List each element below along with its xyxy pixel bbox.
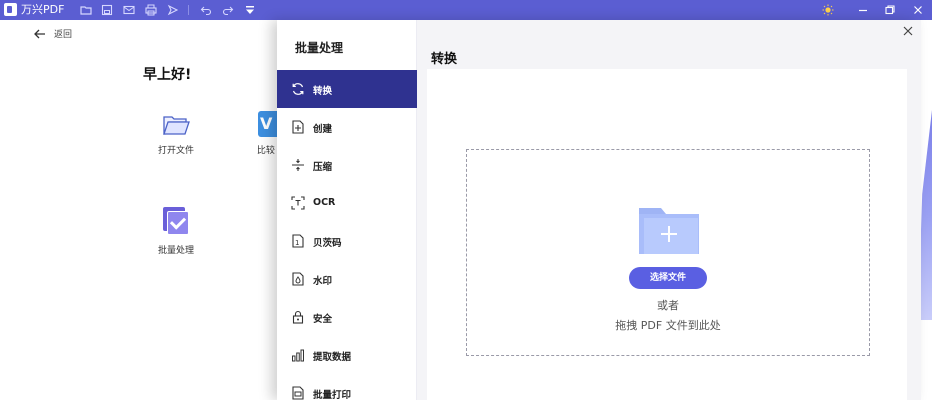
sidebar-item-label: OCR	[313, 197, 336, 208]
print-icon	[291, 386, 305, 400]
sidebar-item-convert[interactable]: 转换	[277, 70, 417, 108]
minimize-icon[interactable]	[857, 4, 869, 16]
sidebar-item-label: 转换	[313, 86, 333, 97]
sidebar-item-label: 水印	[313, 276, 333, 287]
sidebar-title: 批量处理	[295, 41, 344, 55]
folder-icon[interactable]	[80, 4, 92, 16]
sidebar-item-create[interactable]: 创建	[277, 108, 417, 146]
print-icon[interactable]	[145, 4, 157, 16]
sidebar-item-security[interactable]: 安全	[277, 298, 417, 336]
sidebar-item-watermark[interactable]: 水印	[277, 260, 417, 298]
arrow-left-icon	[34, 29, 45, 38]
dialog-close-button[interactable]	[903, 26, 915, 38]
back-label: 返回	[54, 30, 73, 40]
mail-icon[interactable]	[123, 4, 135, 16]
sidebar-item-label: 贝茨码	[313, 238, 342, 249]
back-link[interactable]: 返回	[34, 27, 72, 40]
batch-label: 批量处理	[157, 246, 194, 256]
content-card: 选择文件 或者 拖拽 PDF 文件到此处	[427, 69, 907, 400]
undo-icon[interactable]	[200, 4, 212, 16]
restore-icon[interactable]	[884, 4, 896, 16]
batch-dialog: 批量处理 转换 创建 压缩 OCR 1 贝茨码 水印 安全 提取数据 批量打印 …	[277, 20, 921, 400]
batch-sidebar: 批量处理 转换 创建 压缩 OCR 1 贝茨码 水印 安全 提取数据 批量打印	[277, 20, 417, 400]
page-title: 转换	[431, 52, 458, 67]
close-icon[interactable]	[912, 4, 924, 16]
chart-icon	[291, 348, 305, 362]
sidebar-item-label: 压缩	[313, 162, 333, 173]
share-icon[interactable]	[167, 4, 179, 16]
convert-panel: 转换 选择文件 或者 拖拽 PDF 文件到此处	[417, 20, 921, 400]
convert-icon	[291, 82, 305, 96]
sidebar-item-bates[interactable]: 1 贝茨码	[277, 222, 417, 260]
or-text: 或者	[657, 299, 679, 312]
open-folder-icon	[163, 116, 190, 135]
sidebar-item-extract-data[interactable]: 提取数据	[277, 336, 417, 374]
file-dropzone[interactable]: 选择文件 或者 拖拽 PDF 文件到此处	[466, 149, 870, 356]
save-icon[interactable]	[101, 4, 113, 16]
close-icon	[903, 26, 913, 36]
title-bar: 万兴PDF	[0, 0, 932, 20]
toolbar-divider	[188, 5, 189, 15]
sidebar-item-compress[interactable]: 压缩	[277, 146, 417, 184]
batch-tile[interactable]: 批量处理	[150, 207, 202, 256]
redo-icon[interactable]	[222, 4, 234, 16]
greeting: 早上好!	[143, 67, 192, 83]
compress-icon	[291, 158, 305, 172]
drag-hint-text: 拖拽 PDF 文件到此处	[615, 319, 721, 332]
lock-icon	[291, 310, 305, 324]
svg-text:1: 1	[295, 239, 299, 247]
theme-icon[interactable]	[822, 4, 834, 16]
open-file-tile[interactable]: 打开文件	[150, 113, 202, 156]
app-logo-icon	[4, 3, 17, 16]
batch-icon	[161, 207, 191, 237]
app-title: 万兴PDF	[21, 3, 65, 16]
dropdown-icon[interactable]	[244, 4, 256, 16]
add-folder-icon	[637, 200, 701, 256]
sidebar-item-label: 提取数据	[313, 352, 352, 363]
sidebar-item-label: 创建	[313, 124, 333, 135]
sidebar-item-label: 安全	[313, 314, 333, 325]
sidebar-item-ocr[interactable]: OCR	[277, 184, 417, 222]
bates-icon: 1	[291, 234, 305, 248]
watermark-icon	[291, 272, 305, 286]
sidebar-item-label: 批量打印	[313, 390, 352, 400]
ocr-icon	[291, 196, 305, 210]
create-icon	[291, 120, 305, 134]
open-file-label: 打开文件	[157, 146, 194, 156]
select-file-button[interactable]: 选择文件	[629, 267, 707, 289]
sidebar-item-batch-print[interactable]: 批量打印	[277, 374, 417, 400]
